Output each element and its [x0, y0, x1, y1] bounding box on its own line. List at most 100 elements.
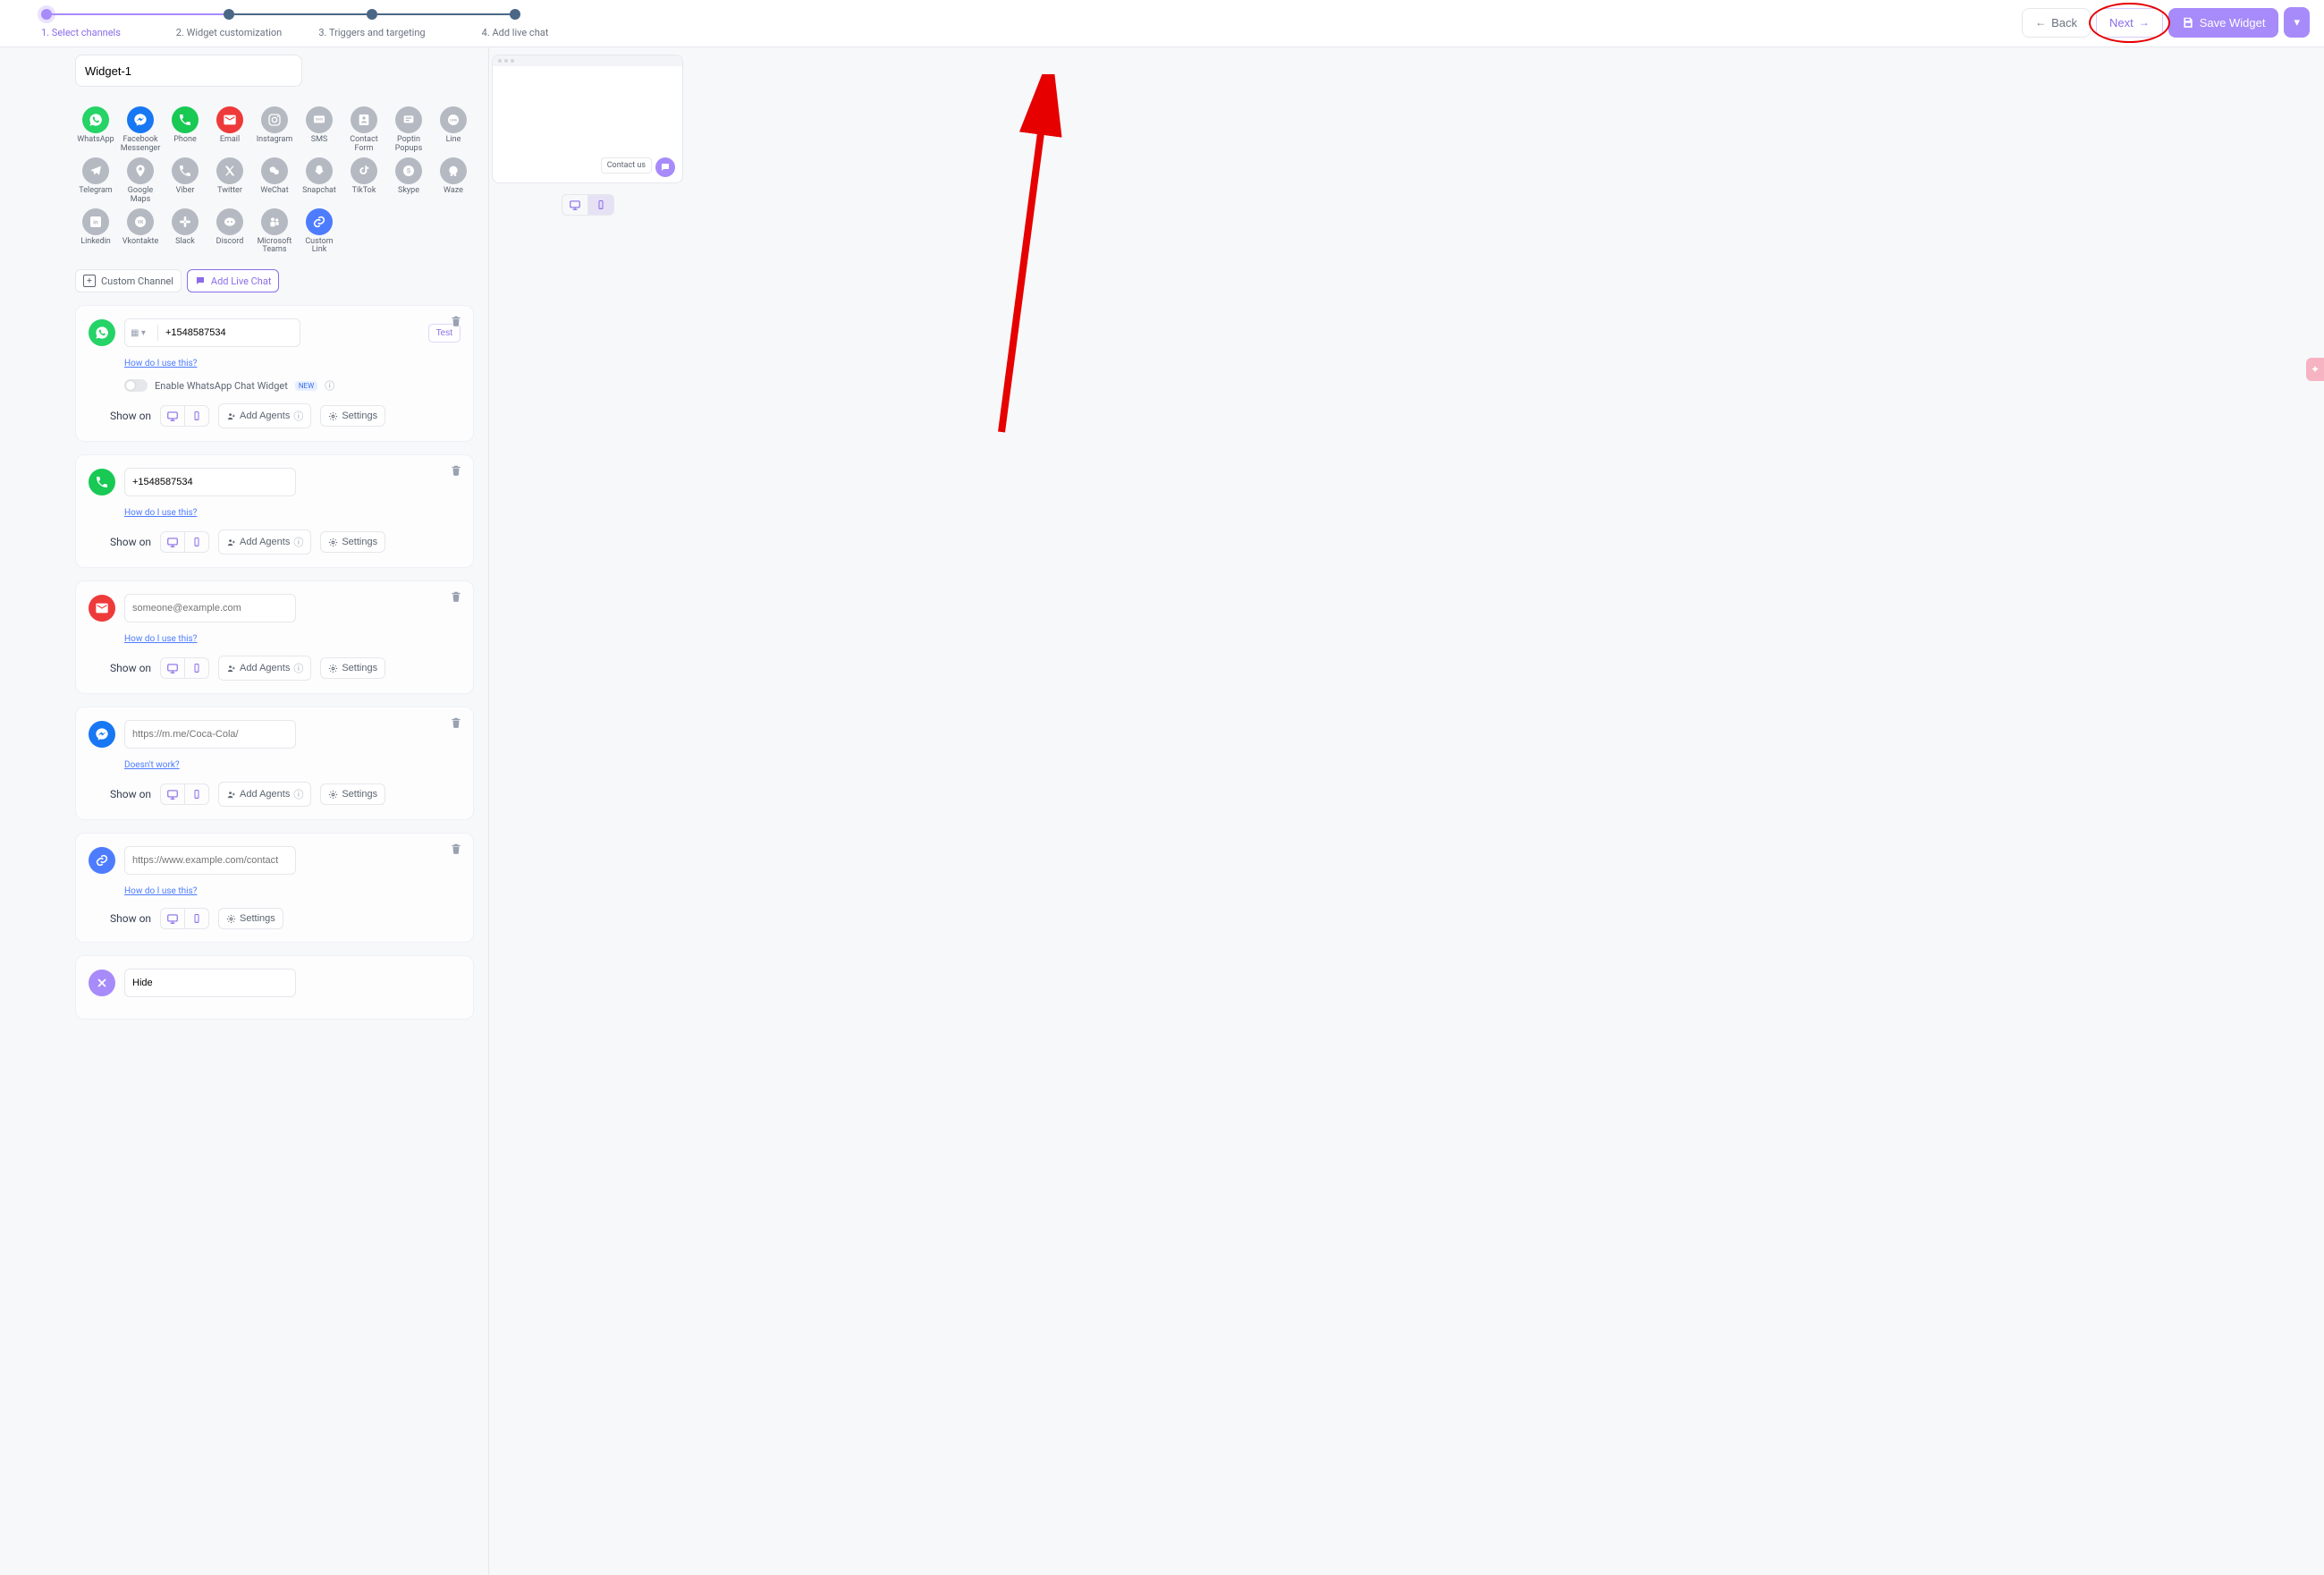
delete-button[interactable] [450, 716, 462, 732]
device-toggle[interactable] [160, 531, 209, 553]
show-on-label: Show on [110, 788, 151, 800]
channel-skype[interactable]: Skype [388, 157, 429, 205]
delete-button[interactable] [450, 464, 462, 480]
messenger-input[interactable] [125, 729, 295, 740]
next-button[interactable]: Next→ [2096, 8, 2163, 38]
channel-discord[interactable]: Discord [209, 208, 250, 256]
whatsapp-number-field[interactable]: ▦ ▾ [124, 318, 300, 347]
device-toggle[interactable] [160, 405, 209, 427]
how-use-link[interactable]: How do I use this? [124, 634, 197, 644]
desktop-icon[interactable] [161, 909, 184, 928]
settings-button[interactable]: Settings [218, 908, 283, 929]
desktop-icon[interactable] [161, 658, 184, 678]
device-toggle[interactable] [160, 657, 209, 679]
doesnt-work-link[interactable]: Doesn't work? [124, 760, 180, 770]
channel-grid: WhatsAppFacebook MessengerPhoneEmailInst… [75, 106, 474, 255]
delete-button[interactable] [450, 590, 462, 606]
channel-messenger[interactable]: Facebook Messenger [120, 106, 161, 154]
step-3[interactable]: 3. Triggers and targeting [300, 9, 444, 46]
messenger-field[interactable] [124, 720, 296, 749]
how-use-link[interactable]: How do I use this? [124, 508, 197, 518]
channel-whatsapp[interactable]: WhatsApp [75, 106, 116, 154]
channel-linkedin[interactable]: Linkedin [75, 208, 116, 256]
channel-sms[interactable]: SMS [299, 106, 340, 154]
channel-snapchat[interactable]: Snapchat [299, 157, 340, 205]
channel-line[interactable]: Line [433, 106, 474, 154]
delete-button[interactable] [450, 843, 462, 859]
channel-instagram[interactable]: Instagram [254, 106, 295, 154]
hide-input[interactable] [125, 978, 295, 988]
channel-phone[interactable]: Phone [165, 106, 206, 154]
save-widget-button[interactable]: Save Widget [2168, 8, 2279, 38]
desktop-icon[interactable] [161, 406, 184, 426]
save-widget-dropdown[interactable]: ▾ [2284, 7, 2310, 38]
add-agents-button[interactable]: Add Agents ⓘ [218, 782, 311, 807]
mobile-icon[interactable] [184, 784, 208, 804]
channel-gmaps[interactable]: Google Maps [120, 157, 161, 205]
side-badge[interactable]: ✦ [2306, 358, 2324, 381]
back-button[interactable]: ←Back [2022, 8, 2091, 38]
step-4[interactable]: 4. Add live chat [444, 9, 587, 46]
link-icon [89, 847, 115, 874]
customlink-field[interactable] [124, 846, 296, 875]
email-field[interactable] [124, 594, 296, 622]
step-1[interactable]: 1. Select channels [14, 9, 157, 46]
channel-wechat[interactable]: WeChat [254, 157, 295, 205]
channel-waze[interactable]: Waze [433, 157, 474, 205]
how-use-link[interactable]: How do I use this? [124, 359, 197, 368]
preview-desktop-tab[interactable] [562, 194, 588, 216]
whatsapp-icon [89, 319, 115, 346]
snapchat-icon [306, 157, 333, 184]
phone-card: How do I use this? Show on Add Agents ⓘ … [75, 454, 474, 568]
channel-telegram[interactable]: Telegram [75, 157, 116, 205]
info-icon[interactable]: ⓘ [325, 378, 334, 393]
discord-icon [216, 208, 243, 235]
desktop-icon[interactable] [161, 532, 184, 552]
twitter-icon [216, 157, 243, 184]
wechat-icon [261, 157, 288, 184]
settings-button[interactable]: Settings [320, 531, 385, 553]
email-input[interactable] [125, 603, 295, 614]
phone-number-field[interactable] [124, 468, 296, 496]
settings-button[interactable]: Settings [320, 405, 385, 427]
country-flag-picker[interactable]: ▦ ▾ [125, 325, 158, 341]
add-agents-button[interactable]: Add Agents ⓘ [218, 656, 311, 681]
channel-tiktok[interactable]: TikTok [343, 157, 385, 205]
how-use-link[interactable]: How do I use this? [124, 886, 197, 896]
mobile-icon[interactable] [184, 406, 208, 426]
device-toggle[interactable] [160, 783, 209, 805]
channel-vk[interactable]: Vkontakte [120, 208, 161, 256]
channel-viber[interactable]: Viber [165, 157, 206, 205]
add-agents-button[interactable]: Add Agents ⓘ [218, 529, 311, 555]
show-on-label: Show on [110, 662, 151, 674]
delete-button[interactable] [450, 315, 462, 331]
email-card: How do I use this? Show on Add Agents ⓘ … [75, 580, 474, 694]
mobile-icon[interactable] [184, 909, 208, 928]
channel-poptin[interactable]: Poptin Popups [388, 106, 429, 154]
settings-button[interactable]: Settings [320, 783, 385, 805]
customlink-input[interactable] [125, 855, 295, 866]
device-toggle[interactable] [160, 908, 209, 929]
mobile-icon[interactable] [184, 532, 208, 552]
channel-custom[interactable]: Custom Link [299, 208, 340, 256]
settings-button[interactable]: Settings [320, 657, 385, 679]
channel-email[interactable]: Email [209, 106, 250, 154]
custom-channel-chip[interactable]: +Custom Channel [75, 269, 182, 292]
channel-slack[interactable]: Slack [165, 208, 206, 256]
channel-twitter[interactable]: Twitter [209, 157, 250, 205]
channel-teams[interactable]: Microsoft Teams [254, 208, 295, 256]
channel-contact[interactable]: Contact Form [343, 106, 385, 154]
phone-number-input[interactable] [125, 477, 295, 487]
mobile-icon[interactable] [184, 658, 208, 678]
add-agents-button[interactable]: Add Agents ⓘ [218, 403, 311, 428]
desktop-icon[interactable] [161, 784, 184, 804]
hide-field[interactable] [124, 969, 296, 997]
wa-chat-toggle[interactable] [124, 379, 148, 392]
custom-icon [306, 208, 333, 235]
add-live-chat-chip[interactable]: Add Live Chat [187, 269, 280, 292]
whatsapp-number-input[interactable] [158, 327, 300, 338]
step-2[interactable]: 2. Widget customization [157, 9, 300, 46]
widget-name-input[interactable] [75, 55, 302, 87]
whatsapp-card: ▦ ▾ Test How do I use this? Enable Whats… [75, 305, 474, 442]
preview-mobile-tab[interactable] [588, 194, 614, 216]
